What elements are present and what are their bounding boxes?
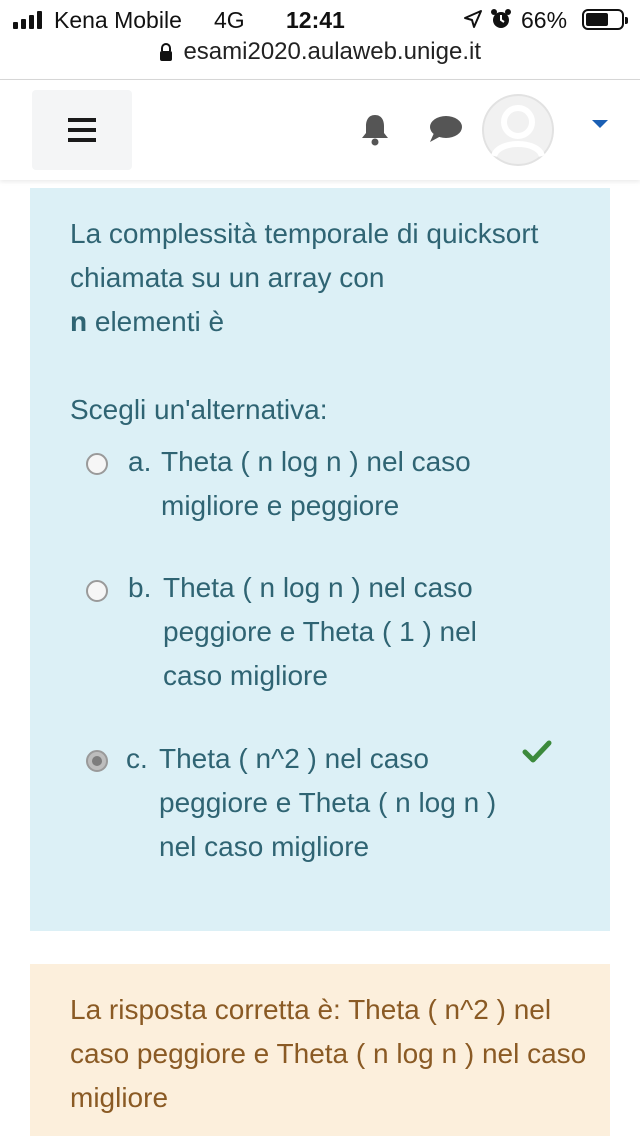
question-variable: n	[70, 306, 88, 337]
answer-c-text: Theta ( n^2 ) nel caso peggiore e Theta …	[159, 743, 497, 862]
network-type: 4G	[214, 7, 245, 33]
bell-icon[interactable]	[358, 112, 392, 146]
battery-fill	[586, 13, 608, 26]
url-text: esami2020.aulaweb.unige.it	[183, 38, 481, 65]
avatar[interactable]	[482, 94, 554, 166]
check-icon	[522, 740, 552, 763]
user-menu-caret-icon[interactable]	[592, 120, 608, 128]
answer-c-radio[interactable]	[86, 750, 108, 772]
answer-prompt: Scegli un'alternativa:	[70, 394, 328, 425]
address-bar[interactable]: esami2020.aulaweb.unige.it	[0, 36, 640, 78]
feedback-box: La risposta corretta è: Theta ( n^2 ) ne…	[30, 964, 610, 1136]
clock: 12:41	[286, 7, 345, 33]
signal-icon	[13, 11, 42, 29]
battery-icon	[582, 9, 628, 30]
hamburger-menu-button[interactable]	[32, 90, 132, 170]
answer-b-text: Theta ( n log n ) nel caso peggiore e Th…	[163, 572, 477, 691]
location-arrow-icon	[464, 10, 482, 28]
correct-answer-text: La risposta corretta è: Theta ( n^2 ) ne…	[70, 994, 587, 1113]
answer-a-text: Theta ( n log n ) nel caso migliore e pe…	[161, 446, 471, 521]
question-text: La complessità temporale di quicksort ch…	[70, 212, 580, 344]
alarm-icon	[491, 9, 511, 28]
navbar	[0, 80, 640, 180]
answer-c-letter: c.	[126, 743, 148, 774]
question-text-end: elementi è	[87, 306, 225, 337]
lock-icon	[160, 43, 172, 61]
chat-icon[interactable]	[427, 114, 463, 144]
hamburger-icon	[68, 118, 96, 122]
question-text-part: La complessità temporale di quicksort ch…	[70, 218, 539, 293]
answer-b-radio[interactable]	[86, 580, 108, 602]
battery-percentage: 66%	[521, 7, 568, 33]
answer-b-letter: b.	[128, 572, 152, 603]
answer-a-letter: a.	[128, 446, 152, 477]
question-box: La complessità temporale di quicksort ch…	[30, 188, 610, 931]
status-bar: Kena Mobile 4G 12:41 66%	[0, 0, 640, 40]
answer-a-radio[interactable]	[86, 453, 108, 475]
user-icon	[482, 94, 554, 166]
carrier-name: Kena Mobile	[54, 7, 182, 33]
